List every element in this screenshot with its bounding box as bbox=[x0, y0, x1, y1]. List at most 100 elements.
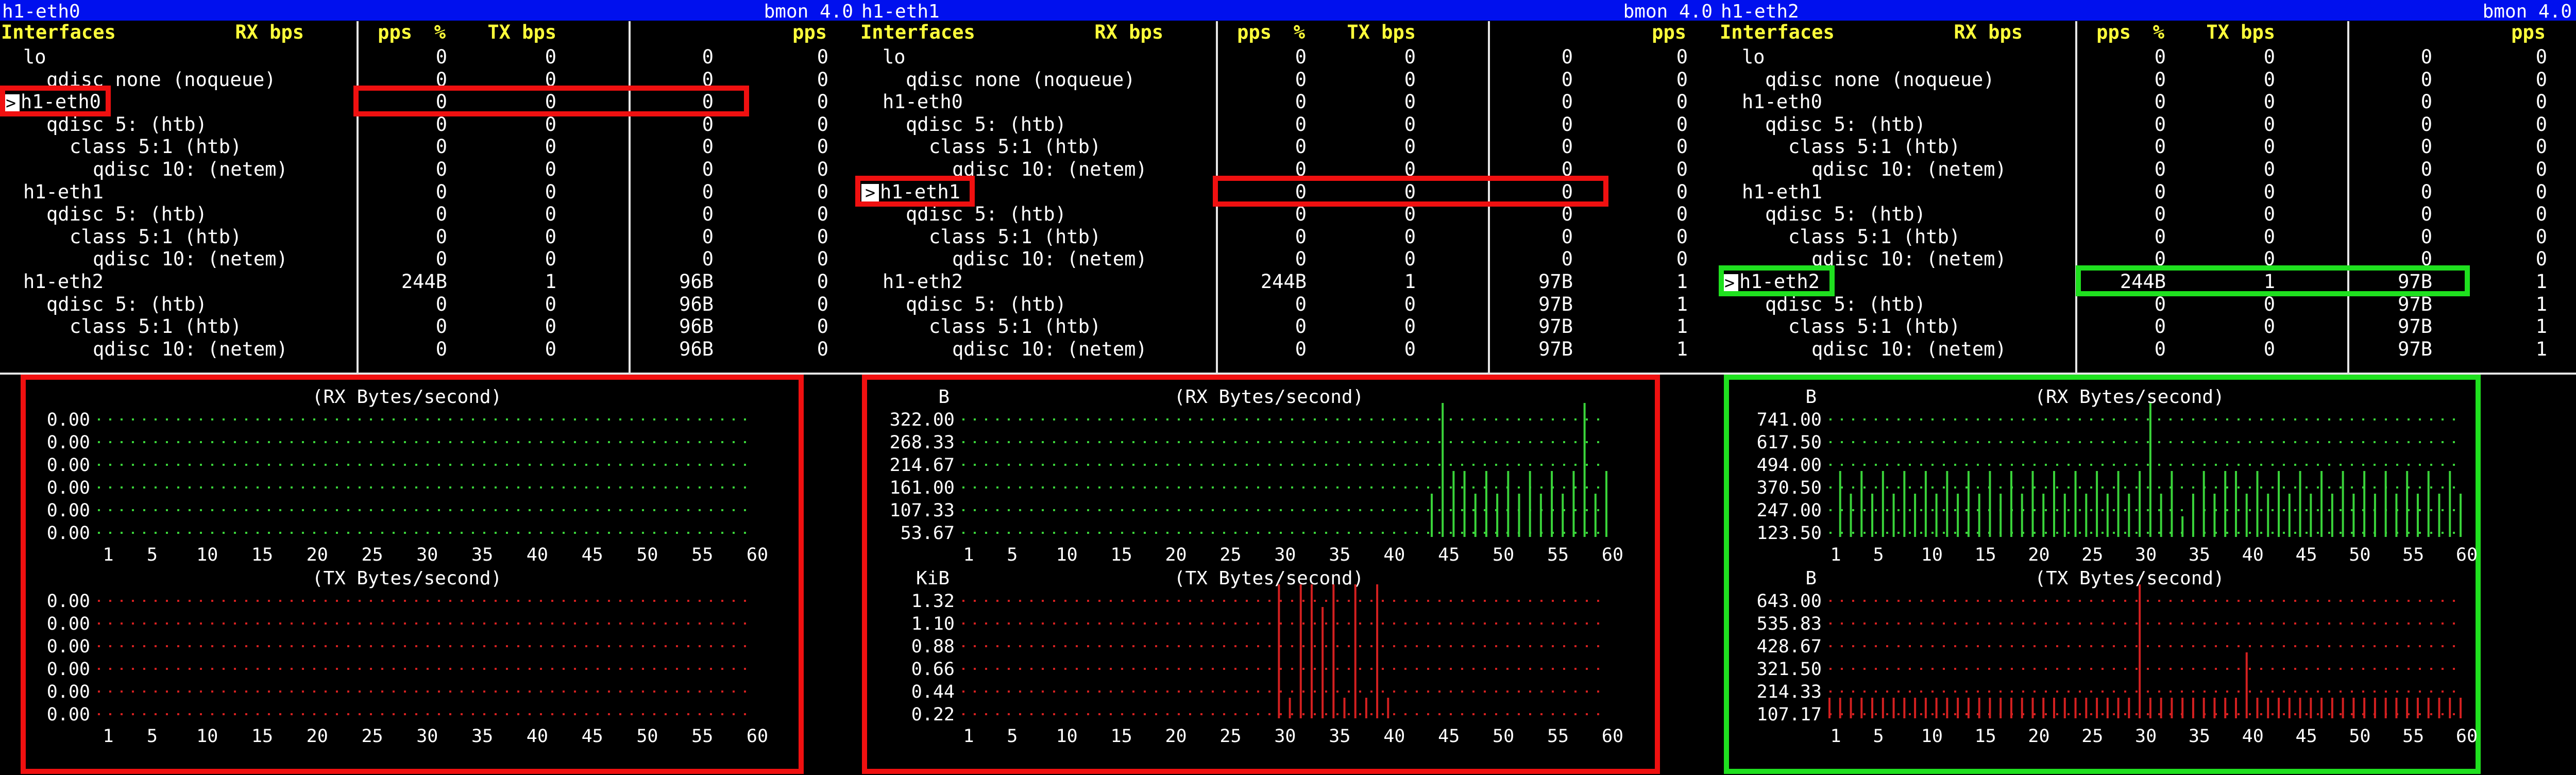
graph-title: (TX Bytes/second) bbox=[2035, 568, 2224, 589]
x-axis-tick-label: 45 bbox=[1438, 545, 1460, 565]
x-axis-tick-label: 35 bbox=[2189, 545, 2210, 565]
x-axis-tick-label: 30 bbox=[2135, 726, 2157, 747]
x-axis-tick-label: 40 bbox=[2242, 726, 2264, 747]
x-axis-tick-label: 15 bbox=[1975, 545, 1996, 565]
x-axis-tick-label: 25 bbox=[361, 545, 383, 565]
x-axis-tick-label: 1 bbox=[963, 726, 974, 747]
x-axis-tick-label: 60 bbox=[747, 726, 768, 747]
y-axis-tick-label: 0.44 bbox=[911, 682, 955, 702]
x-axis-tick-label: 15 bbox=[1111, 726, 1132, 747]
x-axis-tick-label: 55 bbox=[2402, 545, 2424, 565]
x-axis-tick-label: 60 bbox=[1602, 726, 1623, 747]
x-axis-tick-label: 1 bbox=[103, 726, 113, 747]
x-axis-tick-label: 30 bbox=[1274, 545, 1296, 565]
y-axis-tick-label: 322.00 bbox=[890, 410, 955, 430]
y-axis-tick-label: 247.00 bbox=[1757, 500, 1822, 521]
y-axis-tick-label: 0.00 bbox=[47, 500, 90, 521]
x-axis-tick-label: 50 bbox=[2349, 726, 2370, 747]
x-axis-tick-label: 10 bbox=[196, 726, 218, 747]
y-axis-tick-label: 1.32 bbox=[911, 591, 955, 612]
x-axis-tick-label: 40 bbox=[527, 545, 548, 565]
x-axis-tick-label: 25 bbox=[1219, 726, 1241, 747]
y-axis-tick-label: 0.00 bbox=[47, 659, 90, 680]
y-axis-tick-label: 0.00 bbox=[47, 432, 90, 453]
y-axis-tick-label: 0.00 bbox=[47, 704, 90, 725]
x-axis-tick-label: 15 bbox=[1975, 726, 1996, 747]
x-axis-tick-label: 50 bbox=[636, 726, 658, 747]
y-axis-tick-label: 0.00 bbox=[47, 682, 90, 702]
x-axis-tick-label: 55 bbox=[1547, 545, 1569, 565]
x-axis-tick-label: 45 bbox=[2295, 545, 2317, 565]
y-axis-tick-label: 0.88 bbox=[911, 636, 955, 657]
x-axis-tick-label: 15 bbox=[251, 726, 273, 747]
y-axis-tick-label: 161.00 bbox=[890, 478, 955, 498]
graph-title: (TX Bytes/second) bbox=[312, 568, 502, 589]
y-axis-tick-label: 0.00 bbox=[47, 636, 90, 657]
x-axis-tick-label: 10 bbox=[1921, 545, 1943, 565]
x-axis-tick-label: 10 bbox=[196, 545, 218, 565]
x-axis-tick-label: 55 bbox=[691, 726, 713, 747]
x-axis-tick-label: 60 bbox=[1602, 545, 1623, 565]
y-axis-tick-label: 0.66 bbox=[911, 659, 955, 680]
x-axis-tick-label: 35 bbox=[1329, 545, 1350, 565]
x-axis-tick-label: 35 bbox=[471, 726, 493, 747]
bmon-pane-1: h1-eth0 bmon 4.0 Interfaces RX bps pps% TX bp… bbox=[0, 0, 859, 775]
x-axis-tick-label: 35 bbox=[471, 545, 493, 565]
x-axis-tick-label: 35 bbox=[1329, 726, 1350, 747]
x-axis-tick-label: 5 bbox=[147, 545, 158, 565]
bmon-pane-3: h1-eth2 bmon 4.0 Interfaces RX bps pps% TX bp… bbox=[1719, 0, 2576, 775]
traffic-graphs: (RX Bytes/second)B741.00617.50494.00370.… bbox=[1757, 386, 2478, 747]
x-axis-tick-label: 50 bbox=[636, 545, 658, 565]
x-axis-tick-label: 50 bbox=[2349, 545, 2370, 565]
x-axis-tick-label: 20 bbox=[307, 545, 328, 565]
x-axis-tick-label: 45 bbox=[1438, 726, 1460, 747]
x-axis-tick-label: 10 bbox=[1056, 726, 1078, 747]
x-axis-tick-label: 45 bbox=[582, 726, 603, 747]
x-axis-tick-label: 15 bbox=[251, 545, 273, 565]
x-axis-tick-label: 5 bbox=[1873, 545, 1884, 565]
x-axis-tick-label: 20 bbox=[1165, 726, 1187, 747]
y-axis-tick-label: 321.50 bbox=[1757, 659, 1822, 680]
y-axis-tick-label: 535.83 bbox=[1757, 614, 1822, 634]
x-axis-tick-label: 55 bbox=[1547, 726, 1569, 747]
y-axis-tick-label: 370.50 bbox=[1757, 478, 1822, 498]
y-axis-tick-label: 617.50 bbox=[1757, 432, 1822, 453]
x-axis-tick-label: 10 bbox=[1921, 726, 1943, 747]
graph-title: (RX Bytes/second) bbox=[2035, 386, 2224, 408]
graph-title: (TX Bytes/second) bbox=[1174, 568, 1364, 589]
y-axis-tick-label: 0.00 bbox=[47, 455, 90, 476]
x-axis-tick-label: 25 bbox=[361, 726, 383, 747]
y-axis-tick-label: 107.33 bbox=[890, 500, 955, 521]
graph-title: (RX Bytes/second) bbox=[1174, 386, 1364, 408]
y-axis-tick-label: 53.67 bbox=[901, 523, 955, 544]
x-axis-tick-label: 25 bbox=[2081, 726, 2103, 747]
x-axis-tick-label: 20 bbox=[2028, 726, 2049, 747]
y-axis-tick-label: 494.00 bbox=[1757, 455, 1822, 476]
x-axis-tick-label: 30 bbox=[1274, 726, 1296, 747]
x-axis-tick-label: 20 bbox=[1165, 545, 1187, 565]
x-axis-tick-label: 5 bbox=[1007, 545, 1018, 565]
y-axis-tick-label: 1.10 bbox=[911, 614, 955, 634]
x-axis-tick-label: 60 bbox=[2456, 726, 2478, 747]
traffic-graphs: (RX Bytes/second)0.000.000.000.000.000.0… bbox=[47, 386, 768, 747]
x-axis-tick-label: 1 bbox=[1830, 545, 1841, 565]
y-axis-tick-label: 214.67 bbox=[890, 455, 955, 476]
graph-unit-label: B bbox=[1805, 568, 1817, 589]
x-axis-tick-label: 45 bbox=[582, 545, 603, 565]
x-axis-tick-label: 40 bbox=[1383, 545, 1405, 565]
x-axis-tick-label: 50 bbox=[1493, 726, 1514, 747]
x-axis-tick-label: 40 bbox=[2242, 545, 2264, 565]
graph-title: (RX Bytes/second) bbox=[312, 386, 502, 408]
x-axis-tick-label: 60 bbox=[2456, 545, 2478, 565]
x-axis-tick-label: 40 bbox=[1383, 726, 1405, 747]
y-axis-tick-label: 0.22 bbox=[911, 704, 955, 725]
x-axis-tick-label: 45 bbox=[2295, 726, 2317, 747]
x-axis-tick-label: 40 bbox=[527, 726, 548, 747]
x-axis-tick-label: 5 bbox=[147, 726, 158, 747]
x-axis-tick-label: 1 bbox=[1830, 726, 1841, 747]
y-axis-tick-label: 107.17 bbox=[1757, 704, 1822, 725]
x-axis-tick-label: 20 bbox=[2028, 545, 2049, 565]
x-axis-tick-label: 25 bbox=[2081, 545, 2103, 565]
y-axis-tick-label: 428.67 bbox=[1757, 636, 1822, 657]
x-axis-tick-label: 5 bbox=[1873, 726, 1884, 747]
